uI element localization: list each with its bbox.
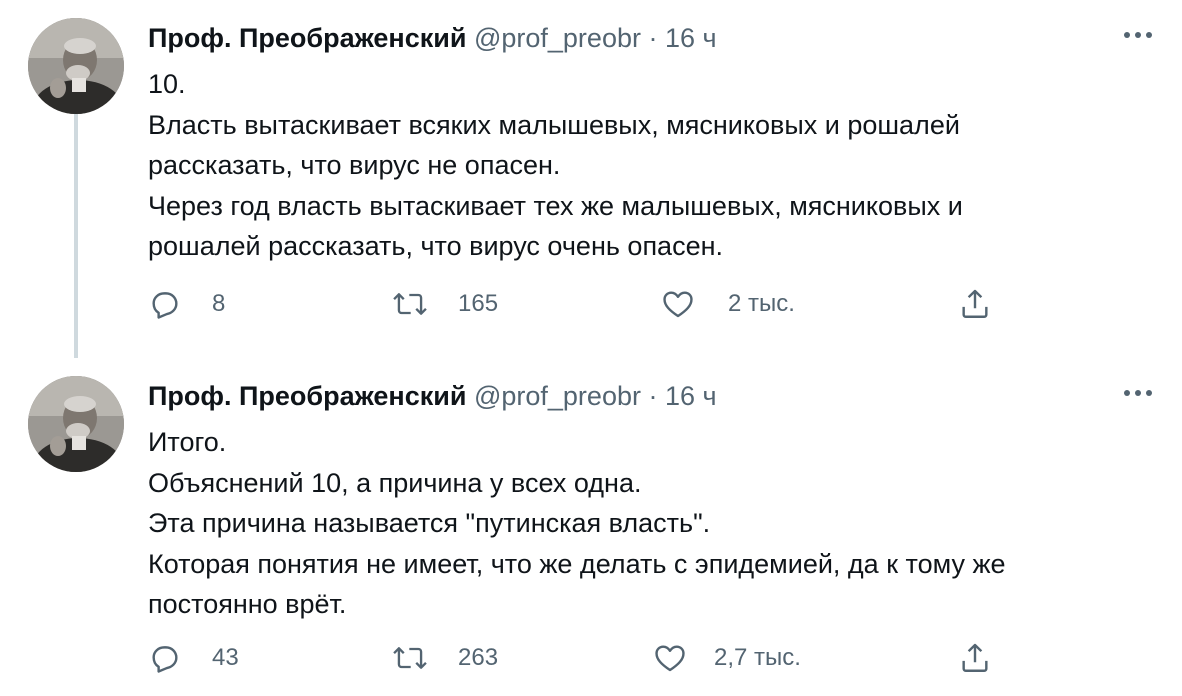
tweet-text-line: Итого. <box>148 427 227 457</box>
avatar[interactable] <box>28 18 124 114</box>
reply-button[interactable]: 8 <box>148 282 225 326</box>
tweet-actions: 8 165 2 тыс. <box>0 282 1182 326</box>
retweet-button[interactable]: 263 <box>392 636 498 680</box>
share-button[interactable] <box>958 282 992 326</box>
share-icon <box>962 643 988 672</box>
separator: · <box>648 23 658 53</box>
avatar[interactable] <box>28 376 124 472</box>
tweet-text-line: Которая понятия не имеет, что же делать … <box>148 548 1006 579</box>
like-count: 2,7 тыс. <box>714 644 801 671</box>
reply-icon <box>152 646 178 673</box>
author-handle[interactable]: @prof_preobr <box>474 23 641 53</box>
tweet-header: Проф. Преображенский @prof_preobr · 16 ч <box>148 22 717 54</box>
tweet[interactable]: Проф. Преображенский @prof_preobr · 16 ч… <box>0 0 1182 358</box>
share-icon <box>962 289 988 318</box>
tweet-text-line: Эта причина называется "путинская власть… <box>148 508 711 538</box>
share-button[interactable] <box>958 636 992 680</box>
more-icon <box>1124 32 1152 38</box>
reply-icon <box>152 292 178 319</box>
tweet-text: Итого. Объяснений 10, а причина у всех о… <box>148 422 1148 625</box>
timestamp[interactable]: 16 ч <box>665 23 717 53</box>
tweet-text-line: Власть вытаскивает всяких малышевых, мяс… <box>148 109 960 140</box>
tweet[interactable]: Проф. Преображенский @prof_preobr · 16 ч… <box>0 358 1182 696</box>
like-button[interactable]: 2,7 тыс. <box>652 636 801 680</box>
more-icon <box>1124 390 1152 396</box>
tweet-text-line: постоянно врёт. <box>148 589 347 619</box>
author-handle[interactable]: @prof_preobr <box>474 381 641 411</box>
timestamp[interactable]: 16 ч <box>665 381 717 411</box>
tweet-text-line: Через год власть вытаскивает тех же малы… <box>148 190 963 221</box>
tweet-text-line: 10. <box>148 69 186 99</box>
tweet-text-line: Объяснений 10, а причина у всех одна. <box>148 467 642 498</box>
more-options-button[interactable] <box>1118 20 1158 50</box>
reply-button[interactable]: 43 <box>148 636 239 680</box>
heart-icon <box>663 291 693 318</box>
retweet-count: 165 <box>458 290 499 317</box>
retweet-icon <box>393 293 427 315</box>
author-name[interactable]: Проф. Преображенский <box>148 23 466 53</box>
reply-count: 43 <box>212 644 239 671</box>
tweet-text: 10. Власть вытаскивает всяких малышевых,… <box>148 64 1148 267</box>
tweet-header: Проф. Преображенский @prof_preobr · 16 ч <box>148 380 717 412</box>
like-button[interactable]: 2 тыс. <box>660 282 795 326</box>
retweet-button[interactable]: 165 <box>392 282 498 326</box>
like-count: 2 тыс. <box>728 290 795 317</box>
author-name[interactable]: Проф. Преображенский <box>148 381 466 411</box>
tweet-text-line: рошалей рассказать, что вирус очень опас… <box>148 231 724 261</box>
tweet-actions: 43 263 2,7 тыс. <box>0 636 1182 680</box>
tweet-text-line: рассказать, что вирус не опасен. <box>148 150 561 180</box>
retweet-count: 263 <box>458 644 499 671</box>
retweet-icon <box>393 647 427 669</box>
heart-icon <box>655 645 685 672</box>
more-options-button[interactable] <box>1118 378 1158 408</box>
separator: · <box>648 381 658 411</box>
reply-count: 8 <box>212 290 226 317</box>
